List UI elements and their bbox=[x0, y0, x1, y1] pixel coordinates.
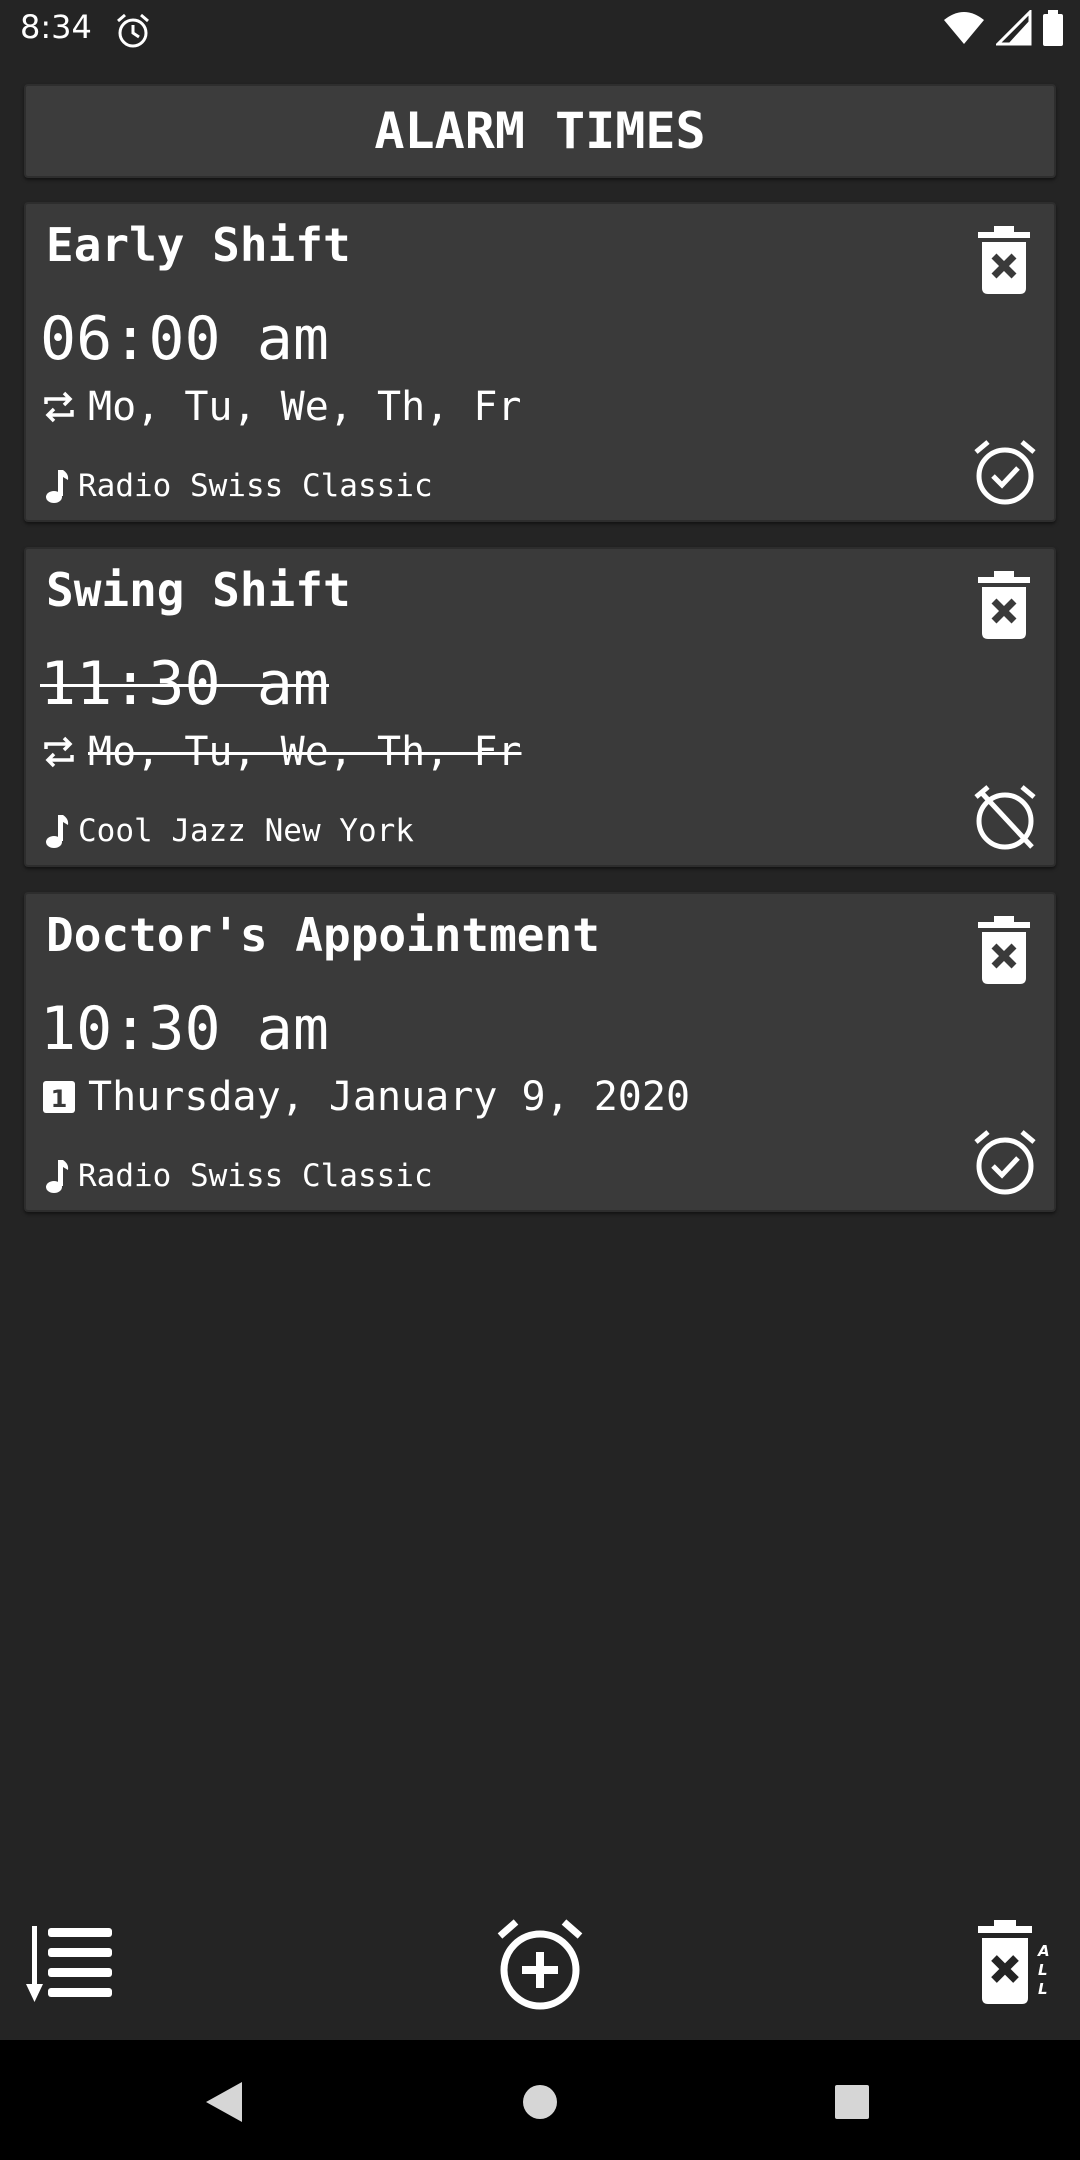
calendar-day-number: 1 bbox=[51, 1085, 68, 1113]
wifi-icon bbox=[944, 12, 984, 44]
alarm-station: Radio Swiss Classic bbox=[78, 468, 433, 504]
signal-icon bbox=[996, 10, 1032, 46]
system-nav-bar bbox=[0, 2040, 1080, 2160]
trash-icon[interactable] bbox=[976, 226, 1032, 296]
alarm-check-icon[interactable] bbox=[972, 1128, 1038, 1196]
status-time: 8:34 bbox=[20, 8, 92, 46]
recent-apps-icon[interactable] bbox=[834, 2084, 870, 2120]
alarm-title: Doctor's Appointment bbox=[46, 908, 600, 962]
alarm-card[interactable]: Swing Shift 11:30 am Mo, Tu, We, Th, Fr … bbox=[24, 547, 1056, 867]
bottom-toolbar: ALL bbox=[0, 1900, 1080, 2040]
alarm-station: Cool Jazz New York bbox=[78, 813, 414, 849]
alarm-schedule: Thursday, January 9, 2020 bbox=[88, 1074, 691, 1120]
alarm-clock-icon bbox=[117, 13, 149, 48]
sort-list-icon[interactable] bbox=[26, 1924, 116, 2004]
alarm-card[interactable]: Doctor's Appointment 10:30 am 1 Thursday… bbox=[24, 892, 1056, 1212]
home-icon[interactable] bbox=[522, 2084, 558, 2120]
trash-icon[interactable] bbox=[976, 916, 1032, 986]
alarm-schedule: Mo, Tu, We, Th, Fr bbox=[88, 384, 522, 430]
alarm-schedule: Mo, Tu, We, Th, Fr bbox=[88, 729, 522, 775]
alarm-add-icon[interactable] bbox=[494, 1918, 586, 2010]
calendar-day-icon: 1 bbox=[43, 1081, 75, 1113]
alarm-check-icon[interactable] bbox=[972, 438, 1038, 506]
page-title: ALARM TIMES bbox=[24, 84, 1056, 178]
alarm-title: Early Shift bbox=[46, 218, 351, 272]
alarm-station: Radio Swiss Classic bbox=[78, 1158, 433, 1194]
status-bar: 8:34 bbox=[0, 0, 1080, 60]
music-note-icon bbox=[46, 815, 69, 848]
alarm-title: Swing Shift bbox=[46, 563, 351, 617]
delete-all-icon bbox=[978, 1920, 1032, 2004]
status-icons bbox=[942, 10, 1064, 46]
trash-icon[interactable] bbox=[976, 571, 1032, 641]
alarm-off-icon[interactable] bbox=[972, 783, 1038, 851]
delete-all-button[interactable]: ALL bbox=[976, 1920, 1056, 2006]
battery-icon bbox=[1043, 10, 1063, 46]
music-note-icon bbox=[46, 470, 69, 503]
back-icon[interactable] bbox=[204, 2080, 244, 2124]
music-note-icon bbox=[46, 1160, 69, 1193]
alarm-card[interactable]: Early Shift 06:00 am Mo, Tu, We, Th, Fr … bbox=[24, 202, 1056, 522]
delete-all-badge: ALL bbox=[1038, 1942, 1050, 1998]
repeat-icon bbox=[44, 391, 74, 423]
repeat-icon bbox=[44, 736, 74, 768]
alarm-time: 11:30 am bbox=[40, 649, 329, 719]
alarm-time: 06:00 am bbox=[40, 304, 329, 374]
alarm-time: 10:30 am bbox=[40, 994, 329, 1064]
